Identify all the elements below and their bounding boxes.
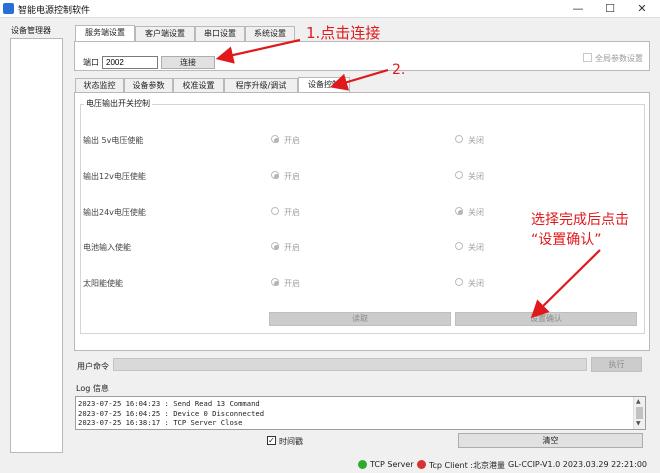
annotation-arrow [215,38,301,64]
annotation-step2: 2. [392,62,406,78]
annotation-step1: 1.点击连接 [306,24,381,42]
annotation-arrow [530,249,601,319]
annotation-step3-line1: 选择完成后点击 [531,212,629,228]
annotation-step3-line2: “设置确认” [531,232,602,248]
annotation-arrow [329,68,389,91]
